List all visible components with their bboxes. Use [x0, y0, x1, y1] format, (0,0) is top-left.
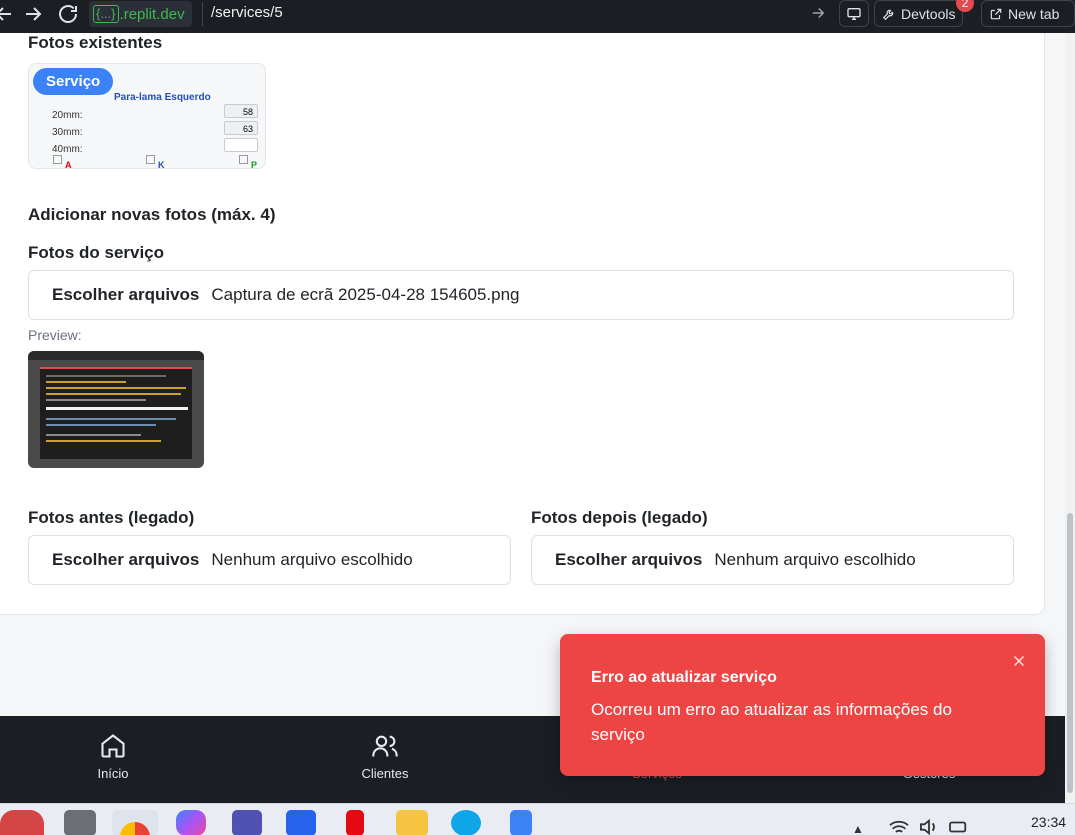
photo-row-label: 20mm: [52, 110, 83, 121]
scrollbar-thumb[interactable] [1067, 513, 1073, 793]
preview-label: Preview: [28, 327, 82, 343]
preview-image[interactable] [28, 351, 204, 468]
photo-check-label: P [251, 160, 258, 169]
url-separator [202, 2, 203, 26]
existing-photo-thumbnail[interactable]: Para-lama Esquerdo 20mm: 30mm: 40mm: 58 … [28, 63, 266, 169]
new-tab-label: New tab [1008, 5, 1060, 22]
devtools-button[interactable]: Devtools [874, 0, 964, 27]
preview-terminal [40, 367, 192, 459]
choose-files-button[interactable]: Escolher arquivos [52, 550, 199, 570]
photo-checkbox [53, 155, 62, 164]
users-icon [372, 735, 398, 757]
toast-description: Ocorreu um erro ao atualizar as informaç… [591, 700, 952, 744]
os-taskbar: ▲ 23:34 [0, 803, 1075, 835]
reload-icon[interactable] [56, 2, 80, 26]
preview-window-bar [28, 351, 204, 360]
close-icon[interactable] [1010, 652, 1028, 670]
url-path[interactable]: /services/5 [211, 4, 283, 21]
service-photos-file-input[interactable]: Escolher arquivos Captura de ecrã 2025-0… [28, 270, 1014, 320]
copilot-icon[interactable] [176, 810, 206, 835]
volume-icon[interactable] [918, 818, 940, 835]
no-file-chosen-text: Nenhum arquivo escolhido [211, 550, 413, 569]
folder-icon[interactable] [396, 810, 428, 835]
photo-row-label: 30mm: [52, 127, 83, 138]
chrome-taskbar-icon[interactable] [112, 810, 158, 835]
service-photos-heading: Fotos do serviço [28, 243, 165, 262]
wrench-icon [882, 9, 894, 20]
battery-icon[interactable] [948, 818, 970, 835]
external-link-icon [990, 8, 1002, 19]
url-domain-chip[interactable]: {...} .replit.dev [89, 1, 192, 27]
chevron-up-icon[interactable]: ▲ [852, 822, 864, 835]
back-arrow-icon[interactable] [0, 2, 16, 26]
before-photos-heading: Fotos antes (legado) [28, 508, 195, 527]
nav-label: Clientes [361, 766, 409, 781]
photo-row-value [224, 138, 258, 152]
photo-row-value: 63 [224, 121, 258, 135]
service-tag-pill: Serviço [33, 68, 114, 95]
photo-row-label: 40mm: [52, 144, 83, 155]
devices-button[interactable] [839, 0, 869, 27]
before-photos-file-input[interactable]: Escolher arquivos Nenhum arquivo escolhi… [28, 535, 511, 585]
taskbar-clock[interactable]: 23:34 [1031, 814, 1066, 830]
netflix-icon[interactable] [346, 810, 364, 835]
photo-form-title: Para-lama Esquerdo [114, 92, 211, 103]
teams-icon[interactable] [232, 810, 262, 835]
after-photos-file-input[interactable]: Escolher arquivos Nenhum arquivo escolhi… [531, 535, 1014, 585]
store-icon[interactable] [286, 810, 316, 835]
home-icon [101, 734, 125, 758]
add-photos-heading: Adicionar novas fotos (máx. 4) [28, 205, 276, 224]
photo-row-value: 58 [224, 104, 258, 118]
monitor-icon [847, 7, 861, 20]
nav-label: Início [97, 766, 129, 781]
nav-item-clientes[interactable]: Clientes [310, 716, 460, 796]
after-photos-heading: Fotos depois (legado) [531, 508, 708, 527]
devtools-badge: 2 [956, 0, 974, 12]
page-scrollbar[interactable] [1065, 33, 1075, 803]
notepad-icon[interactable] [510, 810, 532, 835]
url-prefix: {...} [93, 5, 119, 23]
wifi-icon[interactable] [888, 818, 910, 835]
url-domain: .replit.dev [119, 5, 185, 23]
choose-files-button[interactable]: Escolher arquivos [555, 550, 702, 570]
selected-file-name: Captura de ecrã 2025-04-28 154605.png [211, 285, 520, 304]
error-toast: Erro ao atualizar serviço Ocorreu um err… [560, 634, 1045, 776]
photo-check-label: A [65, 160, 72, 169]
toast-title: Erro ao atualizar serviço [591, 669, 777, 686]
taskbar-app-icon[interactable] [64, 810, 96, 835]
photo-check-label: K [158, 160, 165, 169]
choose-files-button[interactable]: Escolher arquivos [52, 285, 199, 305]
photo-checkbox [146, 155, 155, 164]
taskbar-app-icon[interactable] [0, 810, 44, 835]
open-external-arrow-icon[interactable] [809, 4, 827, 22]
photo-checkbox [239, 155, 248, 164]
existing-photos-heading: Fotos existentes [28, 33, 163, 52]
browser-toolbar: {...} .replit.dev /services/5 Devtools 2… [0, 0, 1075, 33]
devtools-label: Devtools [901, 5, 956, 22]
nav-item-inicio[interactable]: Início [38, 716, 188, 796]
new-tab-button[interactable]: New tab [981, 0, 1075, 27]
edge-icon[interactable] [451, 810, 481, 835]
chrome-icon [120, 822, 150, 835]
no-file-chosen-text: Nenhum arquivo escolhido [714, 550, 916, 569]
forward-arrow-icon[interactable] [21, 2, 45, 26]
